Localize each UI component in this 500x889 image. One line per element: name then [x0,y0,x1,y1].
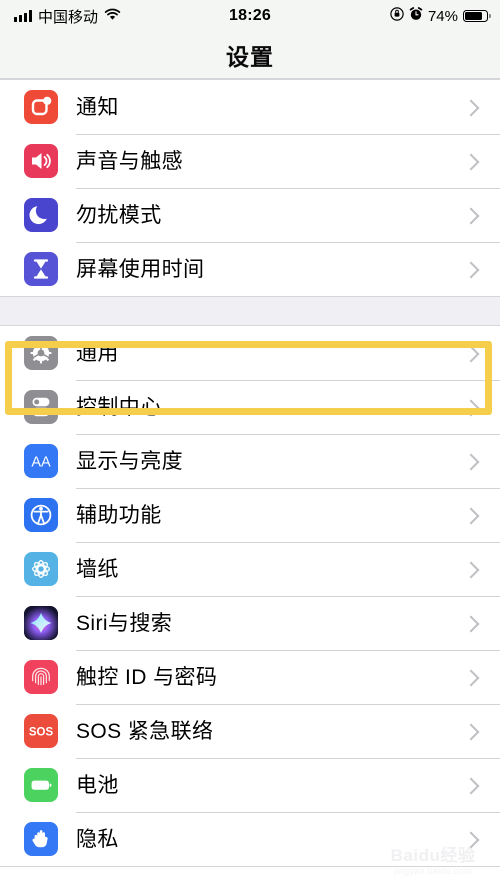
wallpaper-icon [24,552,58,586]
settings-row-label: SOS 紧急联络 [76,719,214,743]
alarm-clock-icon [409,6,423,26]
settings-row-label: 辅助功能 [76,503,162,527]
settings-row-emergency-sos[interactable]: SOS SOS 紧急联络 [0,704,500,758]
settings-row-control-center[interactable]: 控制中心 [0,380,500,434]
chevron-right-icon [462,153,480,171]
do-not-disturb-icon [24,198,58,232]
chevron-right-icon [462,99,480,117]
settings-row-general[interactable]: 通用 [0,326,500,380]
settings-row-label: 勿扰模式 [76,203,162,227]
settings-row-label: 触控 ID 与密码 [76,665,218,689]
svg-text:AA: AA [31,455,51,471]
settings-row-label: 控制中心 [76,395,162,419]
control-center-icon [24,390,58,424]
settings-row-label: 通知 [76,95,119,119]
settings-row-siri-search[interactable]: Siri与搜索 [0,596,500,650]
settings-row-label: 声音与触感 [76,149,183,173]
watermark-url-text: jingyan.baidu.com [394,865,472,876]
chevron-right-icon [462,561,480,579]
settings-row-label: 电池 [76,773,119,797]
chevron-right-icon [462,615,480,633]
privacy-hand-icon [24,822,58,856]
settings-row-label: Siri与搜索 [76,611,173,635]
status-bar-right: 74% [390,0,491,32]
navigation-bar: 设置 [0,32,500,79]
chevron-right-icon [462,507,480,525]
chevron-right-icon [462,453,480,471]
settings-row-notifications[interactable]: 通知 [0,80,500,134]
chevron-right-icon [462,723,480,741]
chevron-right-icon [462,261,480,279]
chevron-right-icon [462,669,480,687]
chevron-right-icon [462,777,480,795]
status-bar: 中国移动 18:26 74% [0,0,500,32]
battery-icon [463,9,491,23]
battery-settings-icon [24,768,58,802]
group-separator [0,297,500,325]
settings-row-privacy[interactable]: 隐私 [0,812,500,866]
page-title: 设置 [226,44,274,70]
settings-row-battery[interactable]: 电池 [0,758,500,812]
settings-list: 通知 声音与触感 勿扰模式 屏幕使用时间 通用 控制中心 AA 显示与亮度 辅助… [0,79,500,867]
settings-group-1: 通知 声音与触感 勿扰模式 屏幕使用时间 [0,79,500,297]
accessibility-icon [24,498,58,532]
settings-row-label: 通用 [76,341,119,365]
settings-row-touch-id-passcode[interactable]: 触控 ID 与密码 [0,650,500,704]
settings-row-label: 隐私 [76,827,119,851]
settings-row-accessibility[interactable]: 辅助功能 [0,488,500,542]
general-gear-icon [24,336,58,370]
screen-time-icon [24,252,58,286]
settings-group-2: 通用 控制中心 AA 显示与亮度 辅助功能 墙纸 Siri与搜索 触控 ID 与… [0,325,500,867]
settings-row-label: 显示与亮度 [76,449,183,473]
settings-row-sounds-haptics[interactable]: 声音与触感 [0,134,500,188]
sound-haptics-icon [24,144,58,178]
siri-search-icon [24,606,58,640]
emergency-sos-icon: SOS [24,714,58,748]
display-brightness-icon: AA [24,444,58,478]
chevron-right-icon [462,345,480,363]
chevron-right-icon [462,399,480,417]
iphone-settings-screen: 中国移动 18:26 74% 设置 通知 声音与触感 勿扰模式 屏幕使用时间 通… [0,0,500,889]
settings-row-wallpaper[interactable]: 墙纸 [0,542,500,596]
notifications-icon [24,90,58,124]
settings-row-display-brightness[interactable]: AA 显示与亮度 [0,434,500,488]
settings-row-do-not-disturb[interactable]: 勿扰模式 [0,188,500,242]
svg-text:SOS: SOS [29,726,54,738]
chevron-right-icon [462,831,480,849]
touch-id-icon [24,660,58,694]
rotation-lock-icon [390,6,404,26]
settings-row-label: 墙纸 [76,557,119,581]
chevron-right-icon [462,207,480,225]
settings-row-label: 屏幕使用时间 [76,257,205,281]
settings-row-screen-time[interactable]: 屏幕使用时间 [0,242,500,296]
battery-percent-label: 74% [427,7,458,25]
